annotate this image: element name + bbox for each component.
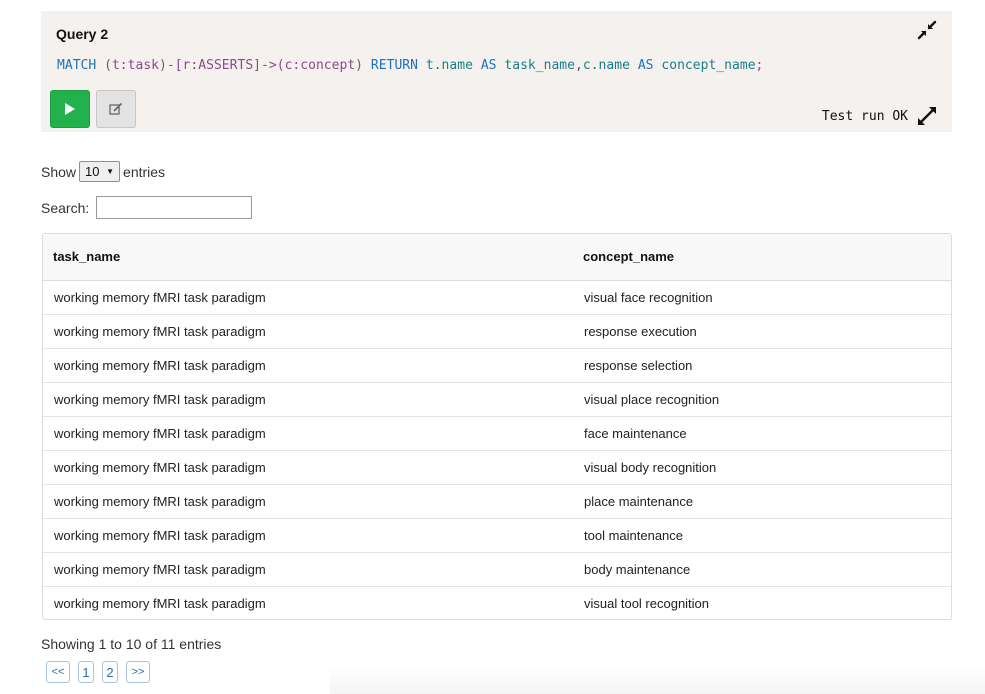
page-2-button[interactable]: 2 xyxy=(102,661,118,683)
column-header-concept-name[interactable]: concept_name xyxy=(573,234,951,281)
table-row: working memory fMRI task paradigm face ma… xyxy=(43,416,951,451)
cell-task-name: working memory fMRI task paradigm xyxy=(43,280,573,315)
search-label: Search: xyxy=(41,199,90,216)
entries-select[interactable]: 10 ▼ xyxy=(79,161,121,182)
entries-label: entries xyxy=(123,163,166,180)
cell-task-name: working memory fMRI task paradigm xyxy=(54,595,266,611)
table-row: working memory fMRI task paradigm visual … xyxy=(43,586,951,619)
query-title: Query 2 xyxy=(56,26,109,42)
cell-task-name: working memory fMRI task paradigm xyxy=(43,450,573,485)
search-control: Search: xyxy=(41,196,253,219)
table-row: working memory fMRI task paradigm tool ma… xyxy=(43,518,951,553)
table-row: working memory fMRI task paradigm respons… xyxy=(43,314,951,349)
cell-task-name: working memory fMRI task paradigm xyxy=(43,484,573,519)
cell-task-name: working memory fMRI task paradigm xyxy=(43,348,573,383)
page-1-button[interactable]: 1 xyxy=(78,661,94,683)
cell-task-name: working memory fMRI task paradigm xyxy=(43,314,573,349)
cell-concept-name: response execution xyxy=(573,314,951,349)
results-table: task_name concept_name working memory fM… xyxy=(42,233,952,620)
play-icon xyxy=(65,103,75,115)
expand-icon[interactable] xyxy=(916,105,938,127)
cell-concept-name: visual place recognition xyxy=(573,382,951,417)
table-header-row: task_name concept_name xyxy=(43,234,951,281)
table-row: working memory fMRI task paradigm visual … xyxy=(43,450,951,485)
cell-concept-name: response selection xyxy=(573,348,951,383)
query-code[interactable]: MATCH (t:task)-[r:ASSERTS]->(c:concept) … xyxy=(57,58,763,73)
code-semicolon: ; xyxy=(755,58,764,73)
cell-concept-name: body maintenance xyxy=(573,552,951,587)
cell-concept-name: face maintenance xyxy=(573,416,951,451)
code-field-2: c.name xyxy=(582,58,630,73)
cell-concept-name: visual body recognition xyxy=(573,450,951,485)
code-pattern: (t:task)-[r:ASSERTS]->(c:concept) xyxy=(104,58,364,73)
column-header-task-name[interactable]: task_name xyxy=(43,234,573,281)
chevron-down-icon: ▼ xyxy=(106,167,115,176)
show-label: Show xyxy=(41,163,77,180)
code-alias-1: task_name xyxy=(504,58,575,73)
code-field-1: t.name xyxy=(425,58,473,73)
cell-concept-name: place maintenance xyxy=(573,484,951,519)
run-query-button[interactable] xyxy=(50,90,90,128)
cell-concept-name: tool maintenance xyxy=(573,518,951,553)
query-panel: Query 2 MATCH (t:task)-[r:ASSERTS]->(c:c… xyxy=(41,11,952,132)
test-status: Test run OK xyxy=(821,109,908,124)
entries-length-control: Show 10 ▼ entries xyxy=(41,161,165,182)
cell-task-name: working memory fMRI task paradigm xyxy=(43,416,573,451)
cell-task-name: working memory fMRI task paradigm xyxy=(43,382,573,417)
code-alias-2: concept_name xyxy=(661,58,756,73)
cell-task-name: working memory fMRI task paradigm xyxy=(43,552,573,587)
first-page-button[interactable]: << xyxy=(46,661,70,683)
table-row: working memory fMRI task paradigm visual … xyxy=(43,382,951,417)
bottom-shadow xyxy=(330,664,985,694)
code-comma: , xyxy=(575,58,583,73)
cell-task-name: working memory fMRI task paradigm xyxy=(43,518,573,553)
entries-select-value: 10 xyxy=(85,164,100,179)
cell-concept-name: visual tool recognition xyxy=(584,595,710,611)
pagination: << 1 2 >> xyxy=(46,661,158,683)
edit-query-button[interactable] xyxy=(96,90,136,128)
code-return-keyword: RETURN xyxy=(370,58,418,73)
table-row: working memory fMRI task paradigm visual … xyxy=(43,280,951,315)
table-row: working memory fMRI task paradigm place m… xyxy=(43,484,951,519)
code-as-keyword-1: AS xyxy=(480,58,497,73)
table-row: working memory fMRI task paradigm body ma… xyxy=(43,552,951,587)
search-input[interactable] xyxy=(96,196,253,219)
table-row: working memory fMRI task paradigm respons… xyxy=(43,348,951,383)
next-page-button[interactable]: >> xyxy=(126,661,150,683)
edit-icon xyxy=(109,102,123,115)
code-match-keyword: MATCH xyxy=(57,58,97,73)
code-as-keyword-2: AS xyxy=(637,58,654,73)
table-info: Showing 1 to 10 of 11 entries xyxy=(41,636,222,652)
cell-concept-name: visual face recognition xyxy=(573,280,951,315)
compress-icon[interactable] xyxy=(916,19,938,41)
